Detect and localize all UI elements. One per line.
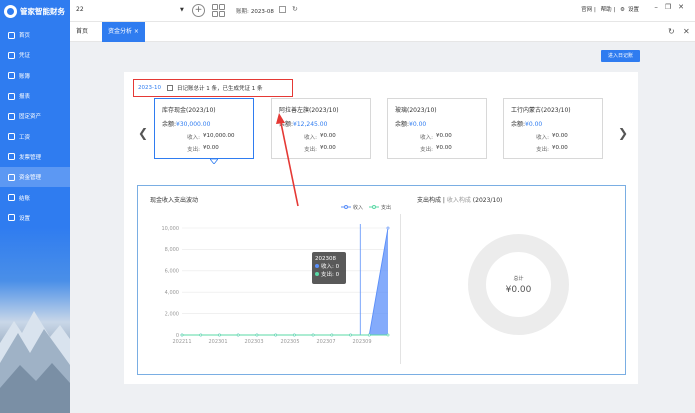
annotation-arrow (276, 113, 299, 207)
